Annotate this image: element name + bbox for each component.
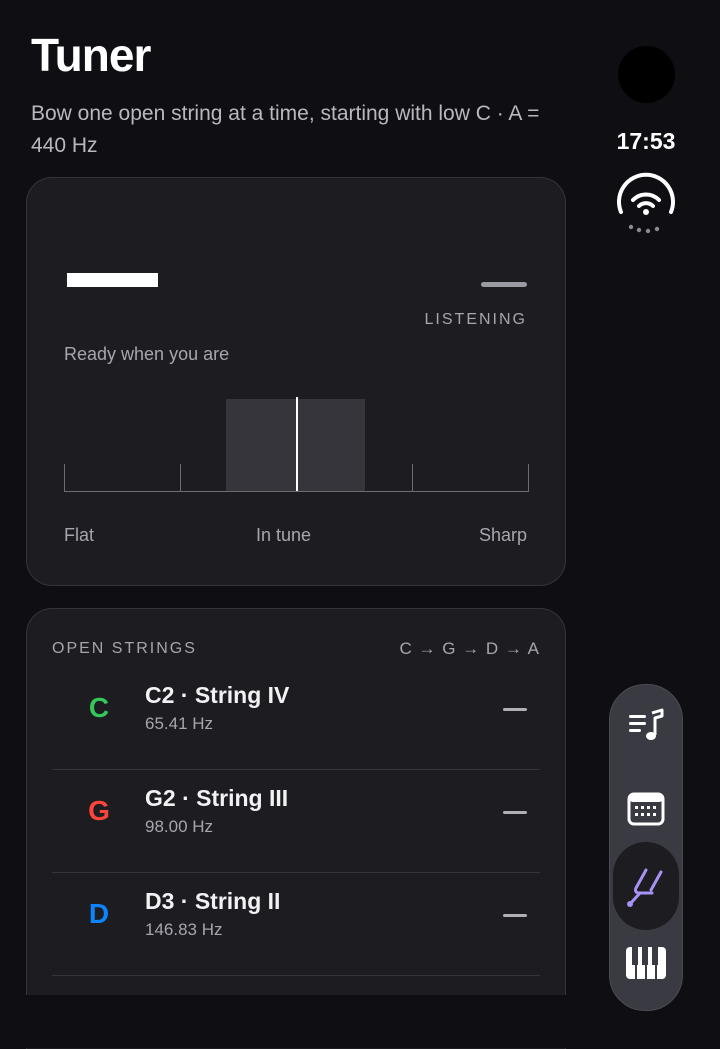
string-status-dash	[503, 811, 527, 814]
string-frequency: 65.41 Hz	[145, 714, 214, 733]
screen-bottom-mask	[0, 995, 720, 1048]
open-strings-heading: OPEN STRINGS	[52, 640, 197, 657]
music-list-icon	[629, 708, 664, 740]
string-frequency: 98.00 Hz	[145, 817, 214, 836]
tuning-needle	[296, 397, 298, 491]
piano-keys-icon	[626, 947, 666, 979]
meter-tick	[412, 464, 413, 492]
open-strings-card: OPEN STRINGS C → G → D → A C C2 · String…	[26, 608, 566, 1049]
side-dock	[609, 684, 683, 1011]
string-row-g[interactable]: G G2 · String III 98.00 Hz	[52, 769, 540, 873]
dock-item-songs[interactable]	[614, 695, 678, 759]
page-title: Tuner	[31, 29, 151, 81]
string-order: C → G → D → A	[399, 639, 540, 658]
cents-readout-placeholder	[481, 282, 527, 287]
calendar-icon	[627, 792, 665, 826]
string-frequency: 146.83 Hz	[145, 920, 223, 939]
string-name: D3 · String II	[145, 888, 281, 914]
status-time: 17:53	[616, 128, 676, 154]
tuning-meter	[64, 397, 529, 492]
meter-tick	[180, 464, 181, 492]
flat-label: Flat	[64, 525, 95, 545]
string-letter: D	[88, 898, 110, 929]
listening-status: LISTENING	[424, 311, 527, 328]
string-row-d[interactable]: D D3 · String II 146.83 Hz	[52, 872, 540, 976]
string-name: C2 · String IV	[145, 682, 290, 708]
string-status-dash	[503, 914, 527, 917]
meter-baseline	[64, 491, 529, 492]
page-subtitle: Bow one open string at a time, starting …	[31, 102, 540, 157]
dock-item-piano[interactable]	[614, 931, 678, 995]
string-status-dash	[503, 708, 527, 711]
string-row-c[interactable]: C C2 · String IV 65.41 Hz	[52, 666, 540, 770]
string-letter: C	[88, 692, 110, 723]
tuning-fork-icon	[627, 868, 663, 907]
sharp-label: Sharp	[478, 525, 527, 545]
tuner-prompt: Ready when you are	[64, 344, 230, 364]
wifi-icon	[613, 170, 679, 236]
camera-cutout	[618, 46, 675, 103]
detected-note-placeholder	[67, 273, 158, 287]
dock-item-schedule[interactable]	[614, 777, 678, 841]
string-letter: G	[88, 795, 110, 826]
in-tune-label: In tune	[256, 525, 312, 545]
meter-tick	[64, 464, 65, 492]
tuner-card: LISTENING Ready when you are Flat In tun…	[26, 177, 566, 586]
dock-item-tuner[interactable]	[613, 842, 679, 930]
meter-tick	[528, 464, 529, 492]
string-name: G2 · String III	[145, 785, 289, 811]
